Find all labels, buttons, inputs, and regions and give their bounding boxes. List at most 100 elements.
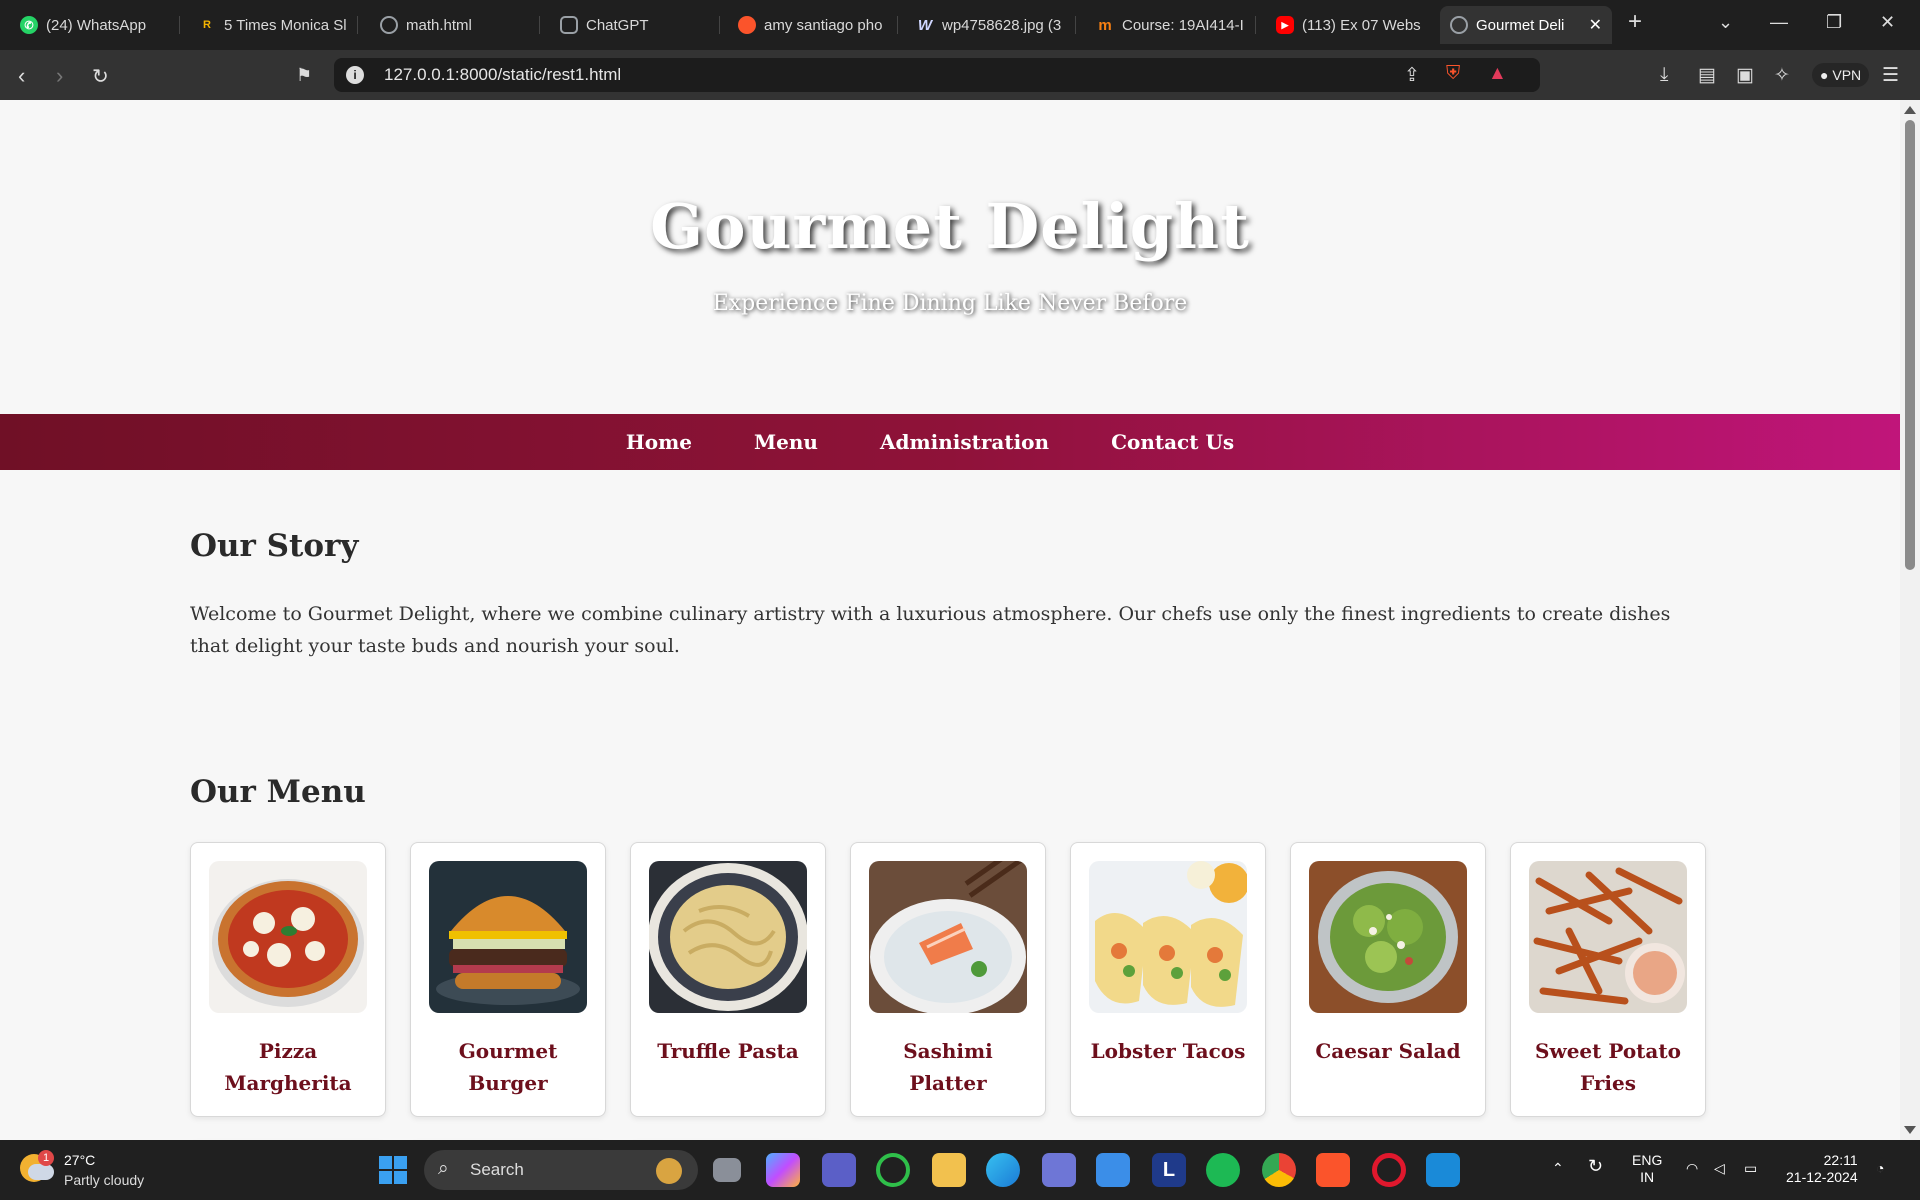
tray-overflow-chevron-icon[interactable]: ⌃ bbox=[1552, 1160, 1564, 1177]
menu-card-pizza[interactable]: Pizza Margherita bbox=[190, 842, 386, 1117]
menu-icon[interactable]: ☰ bbox=[1882, 64, 1899, 87]
address-bar[interactable]: i 127.0.0.1:8000/static/rest1.html ⇪ ⛨ ▲ bbox=[334, 58, 1540, 92]
brave-icon[interactable] bbox=[1316, 1153, 1350, 1187]
menu-card-sashimi[interactable]: Sashimi Platter bbox=[850, 842, 1046, 1117]
site-info-icon[interactable]: i bbox=[346, 66, 364, 84]
battery-icon[interactable]: ▭ bbox=[1744, 1160, 1757, 1177]
windows-start-icon[interactable] bbox=[376, 1153, 410, 1187]
copilot-icon[interactable] bbox=[766, 1153, 800, 1187]
l-app-icon[interactable]: L bbox=[1152, 1153, 1186, 1187]
restore-button[interactable]: ❐ bbox=[1826, 12, 1842, 33]
browser-toolbar: ‹ › ↻ ⚑ i 127.0.0.1:8000/static/rest1.ht… bbox=[0, 50, 1920, 100]
youtube-icon: ▶ bbox=[1276, 16, 1294, 34]
menu-item-name: Gourmet Burger bbox=[458, 1039, 558, 1095]
pasta-image bbox=[649, 861, 807, 1013]
tab-gourmet-active[interactable]: Gourmet Deli ✕ bbox=[1440, 6, 1612, 44]
menu-card-burger[interactable]: Gourmet Burger bbox=[410, 842, 606, 1117]
bookmark-icon[interactable]: ⚑ bbox=[296, 65, 312, 86]
browser-tab-bar: ✆ (24) WhatsApp R 5 Times Monica Sl math… bbox=[0, 0, 1920, 50]
tab-whatsapp[interactable]: ✆ (24) WhatsApp bbox=[10, 6, 180, 44]
wallet-icon[interactable]: ▣ bbox=[1736, 64, 1754, 87]
close-window-button[interactable]: ✕ bbox=[1880, 12, 1895, 33]
opera-icon[interactable] bbox=[1372, 1153, 1406, 1187]
tab-amy[interactable]: amy santiago pho bbox=[728, 6, 898, 44]
nav-contact-us[interactable]: Contact Us bbox=[1111, 430, 1234, 454]
back-arrow-icon[interactable]: ‹ bbox=[18, 63, 25, 89]
taskbar-search[interactable]: ⌕ Search bbox=[424, 1150, 698, 1190]
brave-rewards-icon[interactable]: ▲ bbox=[1488, 63, 1507, 85]
tab-list-chevron-icon[interactable]: ⌄ bbox=[1718, 12, 1733, 33]
tab-wallpaper[interactable]: W wp4758628.jpg (3 bbox=[906, 6, 1076, 44]
fries-image bbox=[1529, 861, 1687, 1013]
share-icon[interactable]: ⇪ bbox=[1404, 64, 1420, 87]
language-indicator[interactable]: ENG IN bbox=[1632, 1152, 1662, 1186]
story-heading: Our Story bbox=[190, 528, 359, 564]
task-view-icon[interactable] bbox=[713, 1158, 741, 1182]
tab-math[interactable]: math.html bbox=[370, 6, 540, 44]
vscode-icon[interactable] bbox=[1426, 1153, 1460, 1187]
new-tab-button[interactable]: + bbox=[1628, 8, 1642, 36]
notification-bell-icon[interactable]: ◔ bbox=[1876, 1160, 1884, 1177]
chrome-icon[interactable] bbox=[1262, 1153, 1296, 1187]
sidebar-icon[interactable]: ▤ bbox=[1698, 64, 1716, 87]
hero-section: Gourmet Delight Experience Fine Dining L… bbox=[0, 100, 1900, 414]
tab-title: 5 Times Monica Sl bbox=[224, 16, 347, 34]
moodle-icon: m bbox=[1098, 16, 1112, 34]
nav-administration[interactable]: Administration bbox=[880, 430, 1049, 454]
brave-shield-icon[interactable]: ⛨ bbox=[1446, 63, 1460, 85]
edge-icon[interactable] bbox=[986, 1153, 1020, 1187]
spotify-icon[interactable] bbox=[1206, 1153, 1240, 1187]
scroll-down-icon[interactable] bbox=[1904, 1126, 1916, 1134]
file-explorer-icon[interactable] bbox=[932, 1153, 966, 1187]
windows-taskbar: 1 27°C Partly cloudy ⌕ Search L ⌃ ↻ ENG … bbox=[0, 1140, 1920, 1200]
clock[interactable]: 22:11 21-12-2024 bbox=[1786, 1152, 1858, 1186]
leo-ai-icon[interactable]: ✧ bbox=[1774, 64, 1790, 87]
menu-heading: Our Menu bbox=[190, 774, 366, 810]
menu-item-name: Lobster Tacos bbox=[1090, 1039, 1246, 1063]
wifi-icon[interactable]: ◠ bbox=[1686, 1160, 1698, 1177]
download-icon[interactable]: ⤓ bbox=[1660, 64, 1668, 86]
globe-icon bbox=[380, 16, 398, 34]
w-icon: W bbox=[917, 16, 933, 34]
menu-card-pasta[interactable]: Truffle Pasta bbox=[630, 842, 826, 1117]
teams-icon[interactable] bbox=[822, 1153, 856, 1187]
cloud-icon bbox=[28, 1164, 54, 1180]
search-label: Search bbox=[470, 1160, 524, 1179]
menu-card-tacos[interactable]: Lobster Tacos bbox=[1070, 842, 1266, 1117]
menu-card-fries[interactable]: Sweet Potato Fries bbox=[1510, 842, 1706, 1117]
store-icon[interactable] bbox=[1096, 1153, 1130, 1187]
sync-status-icon[interactable]: ↻ bbox=[1588, 1157, 1603, 1175]
minimize-button[interactable]: — bbox=[1770, 12, 1788, 33]
language-label: ENG bbox=[1632, 1152, 1663, 1168]
tab-youtube[interactable]: ▶ (113) Ex 07 Webs bbox=[1266, 6, 1436, 44]
volume-icon[interactable]: ◁ bbox=[1714, 1160, 1725, 1177]
nav-home[interactable]: Home bbox=[626, 430, 692, 454]
search-highlight-icon bbox=[656, 1158, 682, 1184]
sync-app-icon[interactable] bbox=[876, 1153, 910, 1187]
page-viewport: Gourmet Delight Experience Fine Dining L… bbox=[0, 100, 1900, 1140]
menu-card-salad[interactable]: Caesar Salad bbox=[1290, 842, 1486, 1117]
tab-title: (113) Ex 07 Webs bbox=[1302, 16, 1421, 34]
forward-arrow-icon[interactable]: › bbox=[56, 63, 63, 89]
globe-icon bbox=[1450, 16, 1468, 34]
tab-title: amy santiago pho bbox=[764, 16, 883, 34]
weather-badge: 1 bbox=[38, 1150, 54, 1166]
vpn-app-icon[interactable] bbox=[1042, 1153, 1076, 1187]
scroll-up-icon[interactable] bbox=[1904, 106, 1916, 114]
search-icon: ⌕ bbox=[438, 1158, 449, 1179]
site-tagline: Experience Fine Dining Like Never Before bbox=[712, 291, 1188, 316]
brave-shield-icon bbox=[738, 16, 756, 34]
tab-monica[interactable]: R 5 Times Monica Sl bbox=[188, 6, 358, 44]
vpn-button[interactable]: ● VPN bbox=[1812, 63, 1870, 87]
nav-menu[interactable]: Menu bbox=[754, 430, 818, 454]
scrollbar-thumb[interactable] bbox=[1905, 120, 1915, 570]
tab-title: ChatGPT bbox=[586, 16, 649, 34]
tab-chatgpt[interactable]: ChatGPT bbox=[550, 6, 720, 44]
close-tab-icon[interactable]: ✕ bbox=[1589, 15, 1602, 35]
menu-item-name: Sweet Potato Fries bbox=[1535, 1039, 1681, 1095]
tab-course[interactable]: m Course: 19AI414-I bbox=[1086, 6, 1256, 44]
sr-icon: R bbox=[203, 19, 211, 31]
site-nav: Home Menu Administration Contact Us bbox=[0, 414, 1900, 470]
page-scrollbar[interactable] bbox=[1900, 100, 1920, 1140]
reload-icon[interactable]: ↻ bbox=[92, 64, 109, 89]
